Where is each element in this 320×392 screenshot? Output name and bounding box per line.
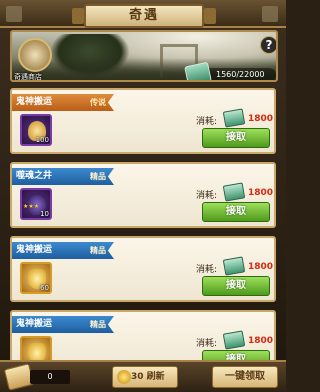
ticket-icon bbox=[222, 182, 246, 202]
cost-value: 1800 bbox=[248, 336, 274, 346]
token-count: 0 bbox=[30, 370, 70, 384]
ticket-icon bbox=[222, 330, 246, 350]
reward-slot[interactable] bbox=[20, 336, 52, 360]
cost-label: 消耗: bbox=[196, 117, 218, 127]
currency-stock: 1560/22000 bbox=[184, 61, 276, 80]
gold-ingot-icon bbox=[28, 343, 46, 360]
accept-button[interactable]: 接取 bbox=[202, 350, 270, 360]
cost-label: 消耗: bbox=[196, 265, 218, 275]
quest-card: 鬼神搬运 精品 消耗: 1800 接取 bbox=[10, 310, 276, 360]
quest-ribbon: 噬魂之井 精品 bbox=[12, 168, 114, 185]
refresh-label: 30 刷新 bbox=[131, 372, 165, 382]
cost-label: 消耗: bbox=[196, 339, 218, 349]
page-title: 奇遇 bbox=[72, 4, 216, 28]
quest-grade: 传说 bbox=[90, 98, 106, 107]
quest-card: 鬼神搬运 传说 100 消耗: 1800 接取 bbox=[10, 88, 276, 154]
title-bar: 奇遇 bbox=[0, 0, 286, 28]
cost-value: 1800 bbox=[248, 262, 274, 272]
quest-grade: 精品 bbox=[90, 246, 106, 255]
quest-list[interactable]: 鬼神搬运 传说 100 消耗: 1800 接取 噬魂之井 精品 ★★★ 10 消… bbox=[10, 88, 278, 360]
quest-grade: 精品 bbox=[90, 320, 106, 329]
help-button[interactable]: ? bbox=[260, 36, 276, 54]
ticket-icon bbox=[222, 108, 246, 128]
reward-slot[interactable]: ★★★ 10 bbox=[20, 188, 52, 220]
reward-slot[interactable]: 100 bbox=[20, 114, 52, 146]
cost-value: 1800 bbox=[248, 114, 274, 124]
claim-all-button[interactable]: 一键领取 bbox=[212, 366, 278, 388]
ticket-icon bbox=[184, 61, 212, 80]
quest-ribbon: 鬼神搬运 精品 bbox=[12, 242, 114, 259]
coin-icon bbox=[117, 370, 131, 384]
shop-label: 奇遇商店 bbox=[14, 73, 42, 81]
decor-icon bbox=[6, 6, 22, 22]
event-banner: 奇遇商店 ? 1560/22000 bbox=[10, 30, 278, 82]
quest-name: 鬼神搬运 bbox=[16, 97, 53, 107]
reward-slot[interactable]: 60 bbox=[20, 262, 52, 294]
accept-button[interactable]: 接取 bbox=[202, 128, 270, 148]
decor-icon bbox=[262, 6, 278, 22]
cost-label: 消耗: bbox=[196, 191, 218, 201]
ticket-icon bbox=[222, 256, 246, 276]
quest-grade: 精品 bbox=[90, 172, 106, 181]
star-rating: ★★★ bbox=[23, 203, 40, 210]
quest-name: 鬼神搬运 bbox=[16, 319, 53, 329]
app-frame: 奇遇 奇遇商店 ? 1560/22000 鬼神搬运 传说 100 消耗: 180… bbox=[0, 0, 286, 392]
reward-count: 100 bbox=[35, 136, 49, 144]
shop-avatar-icon[interactable] bbox=[18, 38, 52, 72]
reward-count: 60 bbox=[40, 284, 49, 292]
quest-name: 鬼神搬运 bbox=[16, 245, 53, 255]
stock-value: 1560/22000 bbox=[216, 70, 265, 79]
accept-button[interactable]: 接取 bbox=[202, 276, 270, 296]
accept-button[interactable]: 接取 bbox=[202, 202, 270, 222]
reward-count: 10 bbox=[40, 210, 49, 218]
quest-card: 鬼神搬运 精品 60 消耗: 1800 接取 bbox=[10, 236, 276, 302]
refresh-button[interactable]: 30 刷新 bbox=[112, 366, 178, 388]
quest-ribbon: 鬼神搬运 传说 bbox=[12, 94, 114, 111]
quest-name: 噬魂之井 bbox=[16, 171, 53, 181]
cost-value: 1800 bbox=[248, 188, 274, 198]
bottom-bar: 0 30 刷新 一键领取 bbox=[0, 360, 286, 392]
quest-card: 噬魂之井 精品 ★★★ 10 消耗: 1800 接取 bbox=[10, 162, 276, 228]
quest-ribbon: 鬼神搬运 精品 bbox=[12, 316, 114, 333]
